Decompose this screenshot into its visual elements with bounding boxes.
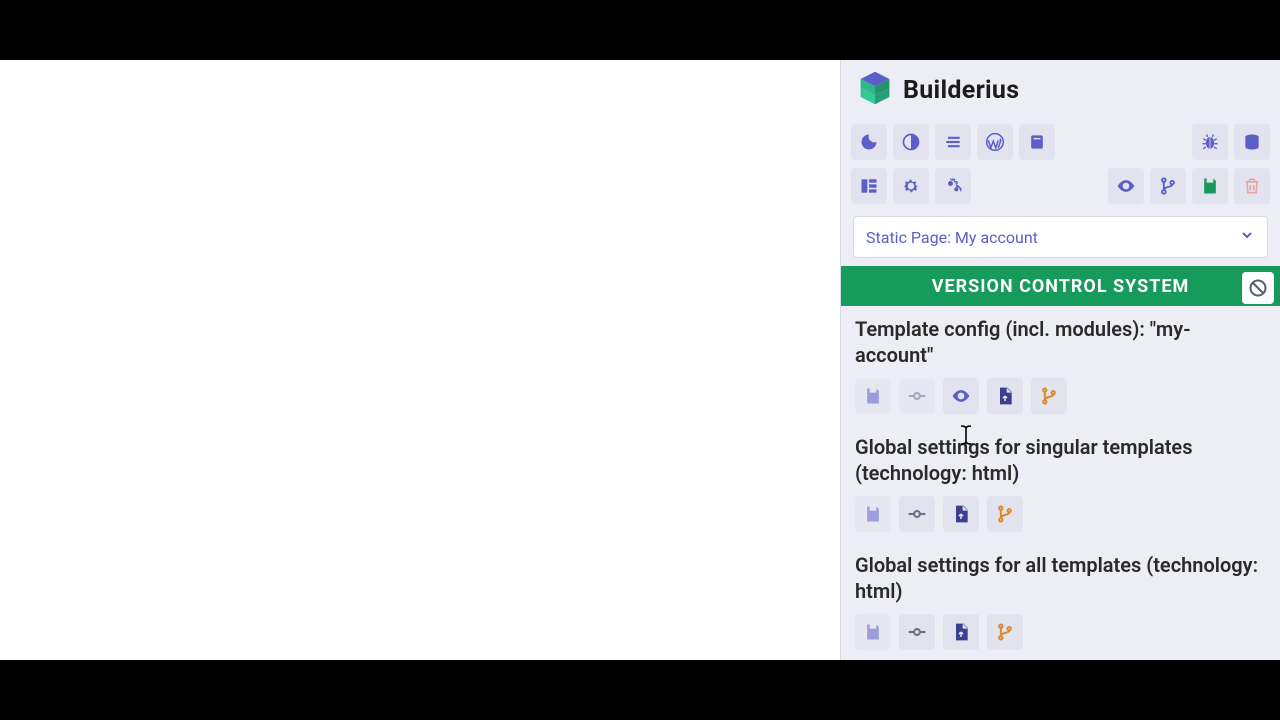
- vcs-section-actions: [855, 496, 1266, 532]
- toolbar-row-1: [841, 120, 1280, 164]
- vcs-section-title: Global settings for all templates (techn…: [855, 552, 1266, 604]
- close-button[interactable]: [1242, 272, 1274, 304]
- side-panel: Builderius: [840, 60, 1280, 660]
- editor-canvas[interactable]: [0, 60, 840, 660]
- vcs-header-title: VERSION CONTROL SYSTEM: [932, 276, 1190, 297]
- upload-file-icon[interactable]: [987, 378, 1023, 414]
- brand-row: Builderius: [841, 60, 1280, 120]
- save-draft-icon[interactable]: [855, 378, 891, 414]
- eye-icon[interactable]: [1108, 168, 1144, 204]
- save-icon[interactable]: [1192, 168, 1228, 204]
- save-draft-icon[interactable]: [855, 496, 891, 532]
- contrast-icon[interactable]: [893, 124, 929, 160]
- moon-icon[interactable]: [851, 124, 887, 160]
- commit-icon[interactable]: [899, 378, 935, 414]
- vcs-header: VERSION CONTROL SYSTEM: [841, 266, 1280, 306]
- commit-icon[interactable]: [899, 496, 935, 532]
- branch-icon[interactable]: [1150, 168, 1186, 204]
- vcs-section-title: Template config (incl. modules): "my-acc…: [855, 316, 1266, 368]
- gear-icon[interactable]: [893, 168, 929, 204]
- page-select[interactable]: Static Page: My account: [853, 216, 1268, 258]
- vcs-section-template: Template config (incl. modules): "my-acc…: [841, 306, 1280, 424]
- database-icon[interactable]: [1234, 124, 1270, 160]
- vcs-section-global-singular: Global settings for singular templates (…: [841, 424, 1280, 542]
- preview-icon[interactable]: [943, 378, 979, 414]
- branch-icon[interactable]: [987, 614, 1023, 650]
- book-icon[interactable]: [1019, 124, 1055, 160]
- page-select-label: Static Page: My account: [866, 228, 1038, 247]
- vcs-section-actions: [855, 378, 1266, 414]
- page-select-row: Static Page: My account: [841, 208, 1280, 266]
- brand-name: Builderius: [903, 76, 1019, 105]
- vcs-section-global-all: Global settings for all templates (techn…: [841, 542, 1280, 660]
- branch-icon[interactable]: [987, 496, 1023, 532]
- save-draft-icon[interactable]: [855, 614, 891, 650]
- toolbar-row-2: [841, 164, 1280, 208]
- gears-icon[interactable]: [935, 168, 971, 204]
- wordpress-icon[interactable]: [977, 124, 1013, 160]
- lines-icon[interactable]: [935, 124, 971, 160]
- vcs-section-title: Global settings for singular templates (…: [855, 434, 1266, 486]
- upload-file-icon[interactable]: [943, 614, 979, 650]
- bug-icon[interactable]: [1192, 124, 1228, 160]
- upload-file-icon[interactable]: [943, 496, 979, 532]
- layout-icon[interactable]: [851, 168, 887, 204]
- logo-icon: [857, 70, 893, 110]
- vcs-section-actions: [855, 614, 1266, 650]
- branch-icon[interactable]: [1031, 378, 1067, 414]
- trash-icon[interactable]: [1234, 168, 1270, 204]
- chevron-down-icon: [1239, 227, 1255, 247]
- commit-icon[interactable]: [899, 614, 935, 650]
